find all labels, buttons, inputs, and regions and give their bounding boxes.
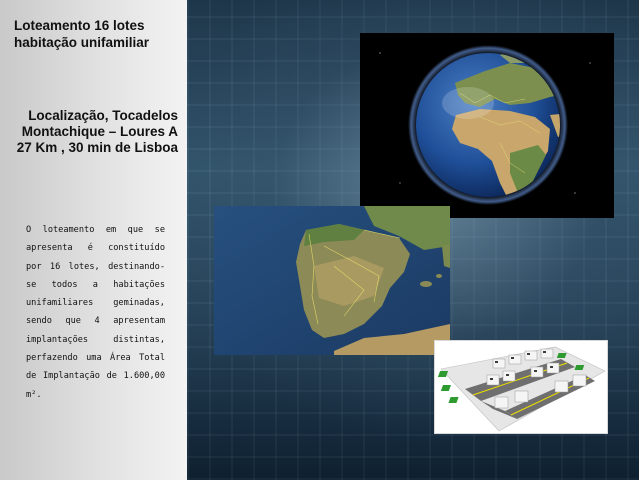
globe-satellite-image xyxy=(360,33,614,218)
location-text: Localização, Tocadelos Montachique – Lou… xyxy=(16,108,178,155)
housing-3d-render xyxy=(435,341,607,433)
description-paragraph: O loteamento em que se apresenta é const… xyxy=(26,225,165,400)
presentation-slide: Loteamento 16 lotes habitação unifamilia… xyxy=(0,0,639,480)
iberia-satellite-map xyxy=(214,206,450,355)
slide-title: Loteamento 16 lotes habitação unifamilia… xyxy=(14,18,150,50)
left-text-panel: Loteamento 16 lotes habitação unifamilia… xyxy=(0,0,188,480)
